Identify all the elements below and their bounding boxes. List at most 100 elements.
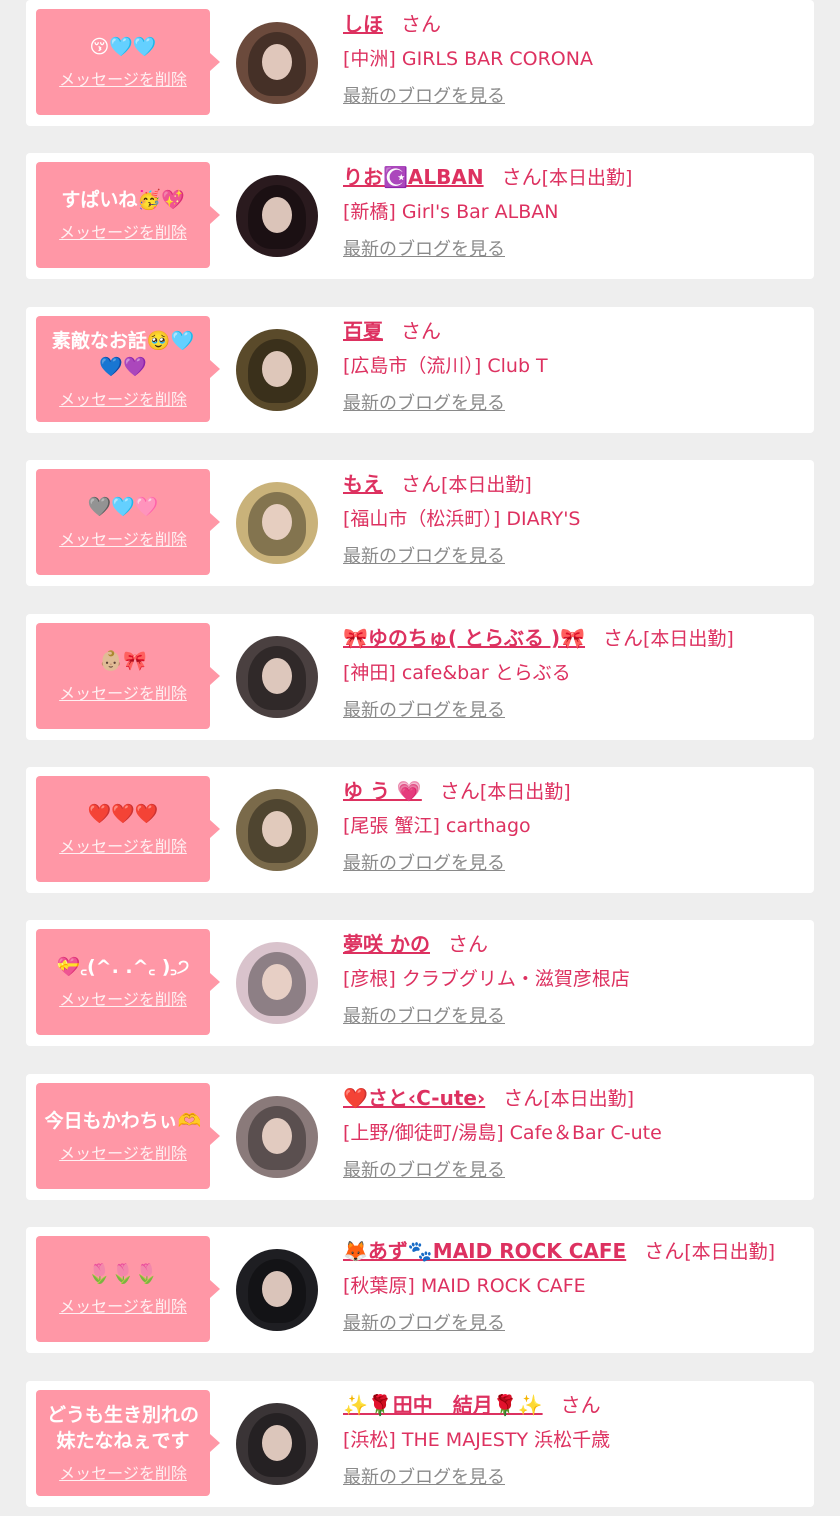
name-line: りお☪️ALBAN さん[本日出勤] bbox=[343, 161, 806, 193]
shop-label: [浜松] THE MAJESTY 浜松千歳 bbox=[343, 1429, 611, 1451]
girl-info: ゆ う 💗 さん[本日出勤] [尾張 蟹江] carthago 最新のブログを見る bbox=[343, 775, 806, 875]
girl-name-link[interactable]: もえ bbox=[343, 472, 383, 496]
girl-name-link[interactable]: ゆ う 💗 bbox=[343, 779, 422, 803]
message-card: 🩶🩵🩷 メッセージを削除 もえ さん[本日出勤] [福山市（松浜町）] DIARY… bbox=[26, 460, 814, 586]
girl-info: ❤️さと‹C-ute› さん[本日出勤] [上野/御徒町/湯島] Cafe＆Bar… bbox=[343, 1082, 806, 1182]
message-text: ❤️❤️❤️ bbox=[87, 803, 159, 825]
shop-label: [彦根] クラブグリム・滋賀彦根店 bbox=[343, 968, 630, 990]
latest-blog-link[interactable]: 最新のブログを見る bbox=[343, 389, 505, 415]
delete-message-link[interactable]: メッセージを削除 bbox=[59, 526, 187, 550]
latest-blog-link[interactable]: 最新のブログを見る bbox=[343, 849, 505, 875]
on-duty-badge: [本日出勤] bbox=[441, 474, 532, 496]
girl-name-link[interactable]: 🎀ゆのちゅ( とらぶる )🎀 bbox=[343, 626, 585, 650]
message-bubble: どうも生き別れの妹たなねぇです メッセージを削除 bbox=[36, 1390, 220, 1496]
delete-message-link[interactable]: メッセージを削除 bbox=[59, 986, 187, 1010]
message-bubble: 💝꜀(^. .^꜀ )꜆੭ メッセージを削除 bbox=[36, 929, 220, 1035]
latest-blog-link[interactable]: 最新のブログを見る bbox=[343, 1309, 505, 1335]
avatar-face-shape bbox=[262, 351, 292, 387]
honorific: さん bbox=[401, 472, 441, 496]
on-duty-badge: [本日出勤] bbox=[643, 628, 734, 650]
avatar[interactable] bbox=[236, 1096, 318, 1178]
delete-message-link[interactable]: メッセージを削除 bbox=[59, 1140, 187, 1164]
latest-blog-link[interactable]: 最新のブログを見る bbox=[343, 235, 505, 261]
girl-name-link[interactable]: ❤️さと‹C-ute› bbox=[343, 1086, 485, 1110]
message-list: 😚🩵🩵 メッセージを削除 しほ さん [中洲] GIRLS BAR CORONA … bbox=[0, 0, 840, 1516]
avatar-face-shape bbox=[262, 44, 292, 80]
shop-label: [神田] cafe&bar とらぶる bbox=[343, 662, 571, 684]
girl-name-link[interactable]: 🦊あず🐾MAID ROCK CAFE bbox=[343, 1239, 626, 1263]
girl-name-link[interactable]: 百夏 bbox=[343, 319, 383, 343]
honorific: さん bbox=[439, 779, 480, 803]
avatar[interactable] bbox=[236, 22, 318, 104]
name-line: ❤️さと‹C-ute› さん[本日出勤] bbox=[343, 1082, 806, 1114]
girl-info: りお☪️ALBAN さん[本日出勤] [新橋] Girl's Bar ALBAN … bbox=[343, 161, 806, 261]
girl-name-link[interactable]: 夢咲 かの bbox=[343, 932, 430, 956]
shop-label: [秋葉原] MAID ROCK CAFE bbox=[343, 1275, 586, 1297]
delete-message-link[interactable]: メッセージを削除 bbox=[59, 1293, 187, 1317]
message-bubble: 😚🩵🩵 メッセージを削除 bbox=[36, 9, 220, 115]
message-text: すぱいね🥳💖 bbox=[61, 189, 185, 211]
latest-blog-link[interactable]: 最新のブログを見る bbox=[343, 1463, 505, 1489]
message-bubble: すぱいね🥳💖 メッセージを削除 bbox=[36, 162, 220, 268]
on-duty-badge: [本日出勤] bbox=[684, 1241, 776, 1263]
avatar[interactable] bbox=[236, 1249, 318, 1331]
name-line: しほ さん bbox=[343, 8, 806, 40]
avatar-face-shape bbox=[262, 658, 292, 694]
message-text: 🩶🩵🩷 bbox=[87, 496, 159, 518]
delete-message-link[interactable]: メッセージを削除 bbox=[59, 680, 187, 704]
girl-info: 🦊あず🐾MAID ROCK CAFE さん[本日出勤] [秋葉原] MAID RO… bbox=[343, 1235, 806, 1335]
message-text: 今日もかわちぃ🫶 bbox=[44, 1110, 202, 1132]
message-card: 😚🩵🩵 メッセージを削除 しほ さん [中洲] GIRLS BAR CORONA … bbox=[26, 0, 814, 126]
girl-name-link[interactable]: しほ bbox=[343, 12, 383, 36]
message-text: 💝꜀(^. .^꜀ )꜆੭ bbox=[56, 956, 190, 978]
message-text: 素敵なお話🥹🩵💙💜 bbox=[51, 330, 195, 378]
latest-blog-link[interactable]: 最新のブログを見る bbox=[343, 1156, 505, 1182]
name-line: ゆ う 💗 さん[本日出勤] bbox=[343, 775, 806, 807]
girl-info: しほ さん [中洲] GIRLS BAR CORONA 最新のブログを見る bbox=[343, 8, 806, 108]
message-card: 素敵なお話🥹🩵💙💜 メッセージを削除 百夏 さん [広島市（流川）] Club T… bbox=[26, 307, 814, 433]
delete-message-link[interactable]: メッセージを削除 bbox=[59, 833, 187, 857]
honorific: さん bbox=[447, 932, 488, 956]
message-card: 今日もかわちぃ🫶 メッセージを削除 ❤️さと‹C-ute› さん[本日出勤] [上… bbox=[26, 1074, 814, 1200]
girl-info: ✨🌹田中 結月🌹✨ さん [浜松] THE MAJESTY 浜松千歳 最新のブログ… bbox=[343, 1389, 806, 1489]
delete-message-link[interactable]: メッセージを削除 bbox=[59, 1460, 187, 1484]
avatar-face-shape bbox=[262, 197, 292, 233]
delete-message-link[interactable]: メッセージを削除 bbox=[59, 219, 187, 243]
latest-blog-link[interactable]: 最新のブログを見る bbox=[343, 542, 505, 568]
name-line: 🦊あず🐾MAID ROCK CAFE さん[本日出勤] bbox=[343, 1235, 806, 1267]
delete-message-link[interactable]: メッセージを削除 bbox=[59, 66, 187, 90]
message-bubble: 素敵なお話🥹🩵💙💜 メッセージを削除 bbox=[36, 316, 220, 422]
shop-label: [上野/御徒町/湯島] Cafe＆Bar C-ute bbox=[343, 1122, 662, 1144]
message-bubble: ❤️❤️❤️ メッセージを削除 bbox=[36, 776, 220, 882]
latest-blog-link[interactable]: 最新のブログを見る bbox=[343, 696, 505, 722]
message-card: ❤️❤️❤️ メッセージを削除 ゆ う 💗 さん[本日出勤] [尾張 蟹江] ca… bbox=[26, 767, 814, 893]
delete-message-link[interactable]: メッセージを削除 bbox=[59, 386, 187, 410]
honorific: さん bbox=[501, 165, 542, 189]
shop-label: [中洲] GIRLS BAR CORONA bbox=[343, 48, 593, 70]
message-bubble: 👶🏼🎀 メッセージを削除 bbox=[36, 623, 220, 729]
message-text: 🌷🌷🌷 bbox=[87, 1263, 159, 1285]
latest-blog-link[interactable]: 最新のブログを見る bbox=[343, 82, 505, 108]
avatar[interactable] bbox=[236, 942, 318, 1024]
avatar[interactable] bbox=[236, 175, 318, 257]
girl-name-link[interactable]: ✨🌹田中 結月🌹✨ bbox=[343, 1393, 543, 1417]
message-card: すぱいね🥳💖 メッセージを削除 りお☪️ALBAN さん[本日出勤] [新橋] G… bbox=[26, 153, 814, 279]
girl-name-link[interactable]: りお☪️ALBAN bbox=[343, 165, 484, 189]
girl-info: 🎀ゆのちゅ( とらぶる )🎀 さん[本日出勤] [神田] cafe&bar とらぶ… bbox=[343, 622, 806, 722]
avatar[interactable] bbox=[236, 789, 318, 871]
latest-blog-link[interactable]: 最新のブログを見る bbox=[343, 1002, 505, 1028]
avatar[interactable] bbox=[236, 636, 318, 718]
on-duty-badge: [本日出勤] bbox=[479, 781, 571, 803]
message-text: 👶🏼🎀 bbox=[99, 650, 147, 672]
message-text: どうも生き別れの妹たなねぇです bbox=[46, 1404, 199, 1452]
avatar[interactable] bbox=[236, 1403, 318, 1485]
girl-info: 百夏 さん [広島市（流川）] Club T 最新のブログを見る bbox=[343, 315, 806, 415]
avatar-face-shape bbox=[262, 1271, 292, 1307]
honorific: さん bbox=[560, 1393, 601, 1417]
on-duty-badge: [本日出勤] bbox=[543, 1088, 635, 1110]
avatar[interactable] bbox=[236, 329, 318, 411]
avatar[interactable] bbox=[236, 482, 318, 564]
name-line: ✨🌹田中 結月🌹✨ さん bbox=[343, 1389, 806, 1421]
message-bubble: 🩶🩵🩷 メッセージを削除 bbox=[36, 469, 220, 575]
honorific: さん bbox=[401, 12, 441, 36]
